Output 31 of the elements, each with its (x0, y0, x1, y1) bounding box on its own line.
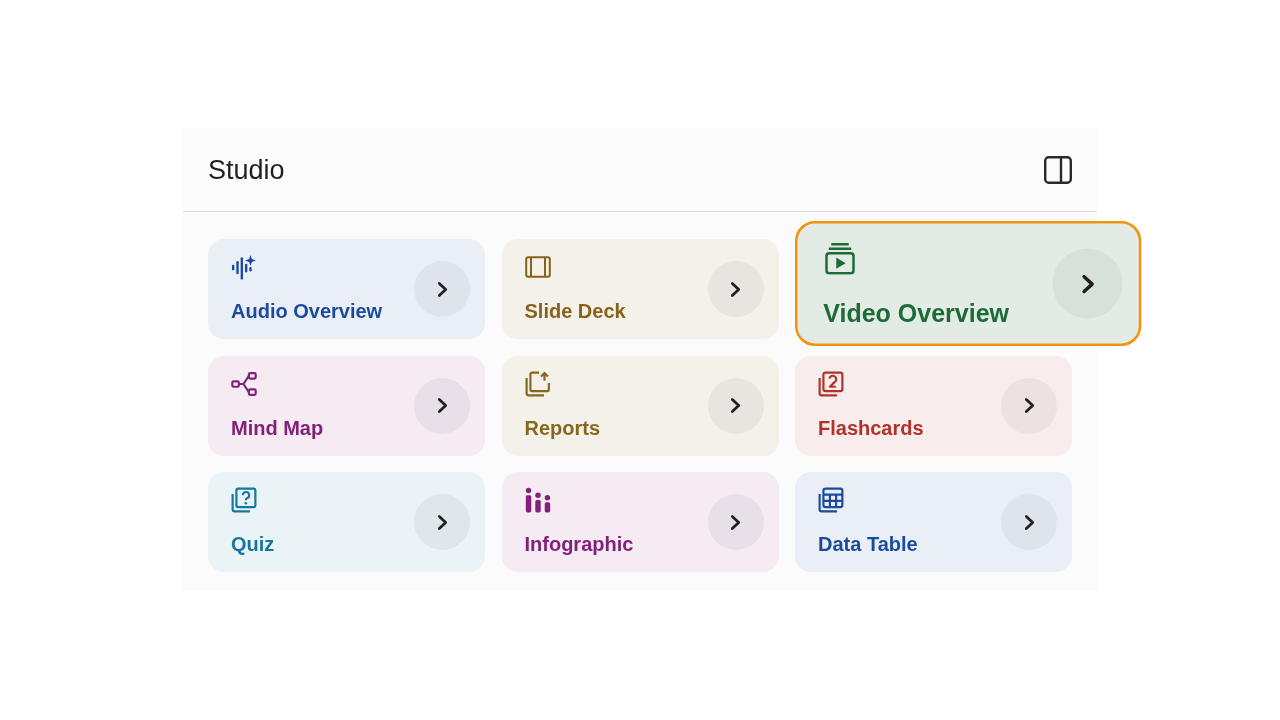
chevron-right-icon (436, 513, 448, 531)
chevron-right-icon (436, 280, 448, 298)
studio-card[interactable]: Quiz (208, 472, 485, 572)
card-title: Flashcards (818, 415, 924, 440)
side-panel-icon (1044, 155, 1072, 184)
card-title: Data Table (818, 532, 918, 556)
studio-card[interactable]: Mind Map (208, 355, 485, 456)
studio-card[interactable]: Reports (501, 355, 779, 456)
studio-card[interactable]: Video Overview (795, 221, 1142, 346)
chevron-right-icon (730, 513, 741, 531)
chevron-right-icon (730, 397, 741, 414)
studio-card[interactable]: Infographic (501, 472, 779, 572)
card-title: Mind Map (231, 415, 324, 440)
chevron-right-icon (730, 280, 741, 298)
studio-card[interactable]: Slide Deck (501, 239, 779, 339)
card-title: Infographic (524, 532, 634, 556)
studio-card[interactable]: Audio Overview (208, 239, 485, 339)
toggle-panel-button[interactable] (1043, 154, 1073, 185)
panel-title: Studio (208, 153, 285, 186)
studio-card[interactable]: Flashcards (795, 355, 1072, 456)
card-title: Reports (524, 415, 601, 440)
open-card-button[interactable] (1001, 494, 1057, 550)
chevron-right-icon (1081, 272, 1095, 295)
chevron-right-icon (1023, 397, 1035, 414)
card-title: Video Overview (823, 298, 1009, 329)
card-title: Quiz (231, 532, 275, 556)
chevron-right-icon (436, 397, 448, 414)
card-title: Slide Deck (524, 299, 626, 323)
studio-card[interactable]: Data Table (795, 472, 1072, 572)
chevron-right-icon (1023, 513, 1035, 531)
card-title: Audio Overview (231, 299, 383, 323)
